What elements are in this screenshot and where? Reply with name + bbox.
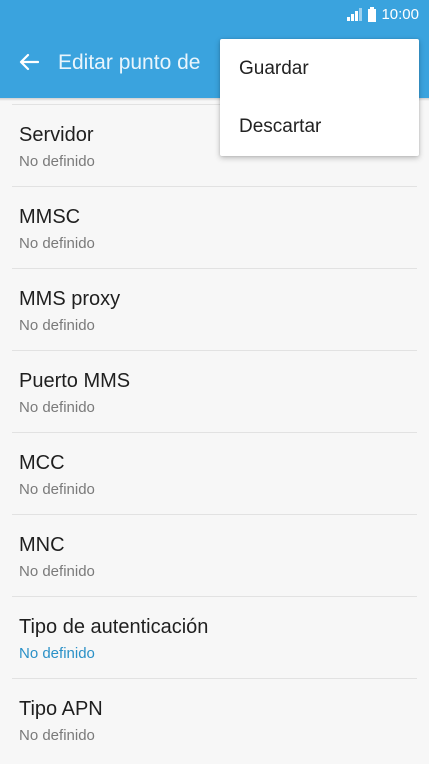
menu-item-label: Guardar: [239, 58, 309, 79]
list-item-value: No definido: [19, 645, 95, 662]
list-item-value: No definido: [19, 481, 95, 498]
list-item-title: MMSC: [19, 206, 81, 228]
menu-item-descartar[interactable]: Descartar: [220, 97, 419, 155]
list-item-value: No definido: [19, 153, 95, 170]
settings-list: Servidor No definido MMSC No definido MM…: [0, 104, 429, 760]
signal-icon: [347, 8, 363, 21]
list-item-value: No definido: [19, 563, 95, 580]
list-item-title: MNC: [19, 534, 65, 556]
page-title: Editar punto de: [58, 51, 201, 74]
list-item-puerto-mms[interactable]: Puerto MMS No definido: [12, 350, 417, 432]
list-item-title: MCC: [19, 452, 65, 474]
status-time: 10:00: [381, 6, 419, 23]
list-item-mms-proxy[interactable]: MMS proxy No definido: [12, 268, 417, 350]
menu-item-label: Descartar: [239, 116, 322, 137]
list-item-mcc[interactable]: MCC No definido: [12, 432, 417, 514]
list-item-value: No definido: [19, 399, 95, 416]
list-item-tipo-apn[interactable]: Tipo APN No definido: [12, 678, 417, 760]
status-bar: 10:00: [0, 0, 429, 30]
list-item-tipo-autenticacion[interactable]: Tipo de autenticación No definido: [12, 596, 417, 678]
battery-icon: [368, 7, 377, 22]
menu-item-guardar[interactable]: Guardar: [220, 39, 419, 97]
back-button[interactable]: [13, 48, 45, 80]
arrow-left-icon: [19, 53, 40, 76]
list-item-mmsc[interactable]: MMSC No definido: [12, 186, 417, 268]
overflow-menu: Guardar Descartar: [220, 39, 419, 156]
list-item-title: Tipo APN: [19, 698, 103, 720]
list-item-title: MMS proxy: [19, 288, 121, 310]
list-item-title: Servidor: [19, 124, 94, 146]
list-item-mnc[interactable]: MNC No definido: [12, 514, 417, 596]
list-item-value: No definido: [19, 727, 95, 744]
list-item-title: Puerto MMS: [19, 370, 131, 392]
list-item-value: No definido: [19, 235, 95, 252]
list-item-value: No definido: [19, 317, 95, 334]
status-icons: 10:00: [347, 6, 419, 23]
list-item-title: Tipo de autenticación: [19, 616, 209, 638]
